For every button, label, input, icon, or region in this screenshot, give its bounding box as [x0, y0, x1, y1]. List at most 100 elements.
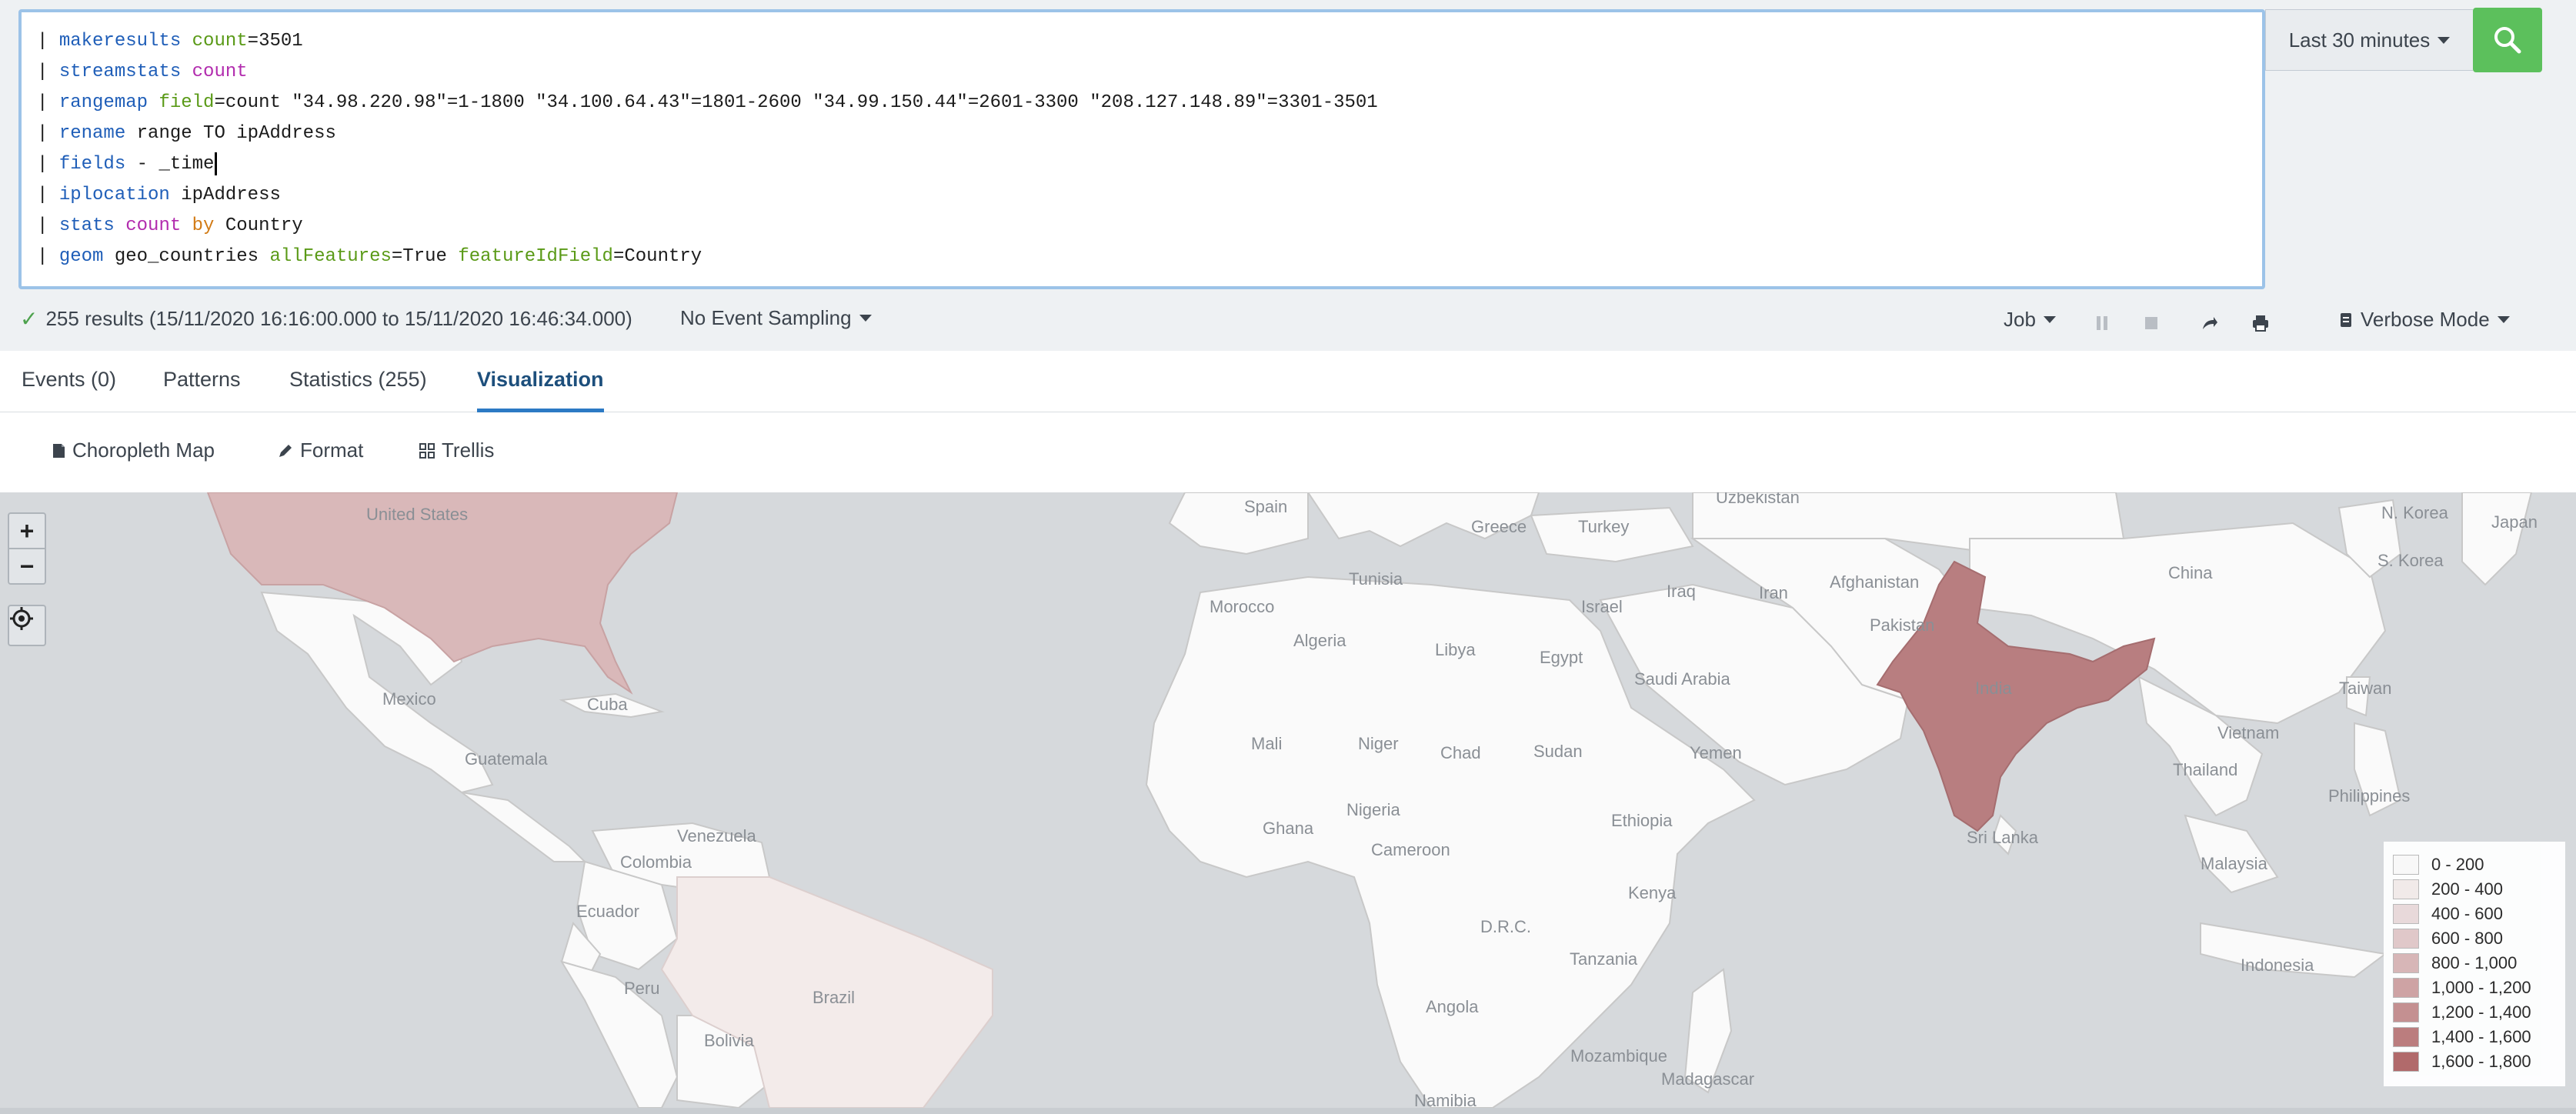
map-country-label: Spain [1244, 497, 1287, 516]
visualization-type-label: Choropleth Map [72, 439, 215, 462]
legend-label: 1,600 - 1,800 [2431, 1052, 2531, 1071]
legend-label: 1,400 - 1,600 [2431, 1027, 2531, 1046]
pause-button[interactable] [2087, 309, 2117, 337]
tab-visualization[interactable]: Visualization [477, 368, 604, 412]
time-range-picker[interactable]: Last 30 minutes [2265, 9, 2473, 71]
legend-label: 600 - 800 [2431, 929, 2503, 948]
map-country-label: Nigeria [1346, 800, 1400, 819]
legend-item: 1,000 - 1,200 [2393, 976, 2556, 1000]
tab-statistics[interactable]: Statistics (255) [289, 368, 427, 412]
map-country-label: Niger [1358, 734, 1399, 753]
event-sampling-dropdown[interactable]: No Event Sampling [680, 306, 872, 330]
map-country-label: Bolivia [704, 1031, 755, 1050]
map-country-label: Thailand [2173, 760, 2237, 779]
map-country-label: Pakistan [1870, 615, 1934, 635]
map-country-label: India [1975, 679, 2012, 698]
zoom-out-button[interactable]: − [9, 549, 45, 583]
map-country-label: Guatemala [465, 749, 548, 769]
tab-events[interactable]: Events (0) [22, 368, 116, 412]
share-icon [2203, 317, 2217, 329]
result-summary: ✓ 255 results (15/11/2020 16:16:00.000 t… [20, 306, 632, 332]
map-country-label: Indonesia [2241, 956, 2314, 975]
tab-patterns[interactable]: Patterns [163, 368, 241, 412]
country-central-america[interactable] [461, 792, 587, 862]
map-country-label: Turkey [1578, 517, 1629, 536]
legend-item: 1,400 - 1,600 [2393, 1025, 2556, 1049]
query-line: | geom geo_countries allFeatures=True fe… [37, 242, 2247, 272]
share-button[interactable] [2194, 309, 2225, 337]
query-keyword: by [192, 215, 215, 236]
map-country-label: Cuba [587, 695, 628, 714]
query-argument: count [192, 31, 248, 52]
query-text: - _time [125, 154, 215, 175]
query-line: | rangemap field=count "34.98.220.98"=1-… [37, 88, 2247, 118]
query-text: | [37, 92, 59, 113]
print-button[interactable] [2245, 309, 2276, 337]
legend-label: 1,200 - 1,400 [2431, 1002, 2531, 1022]
map-country-label: Colombia [620, 852, 692, 872]
map-country-label: Cameroon [1371, 840, 1450, 859]
query-function: count [192, 62, 248, 82]
map-country-label: Kenya [1628, 883, 1677, 902]
job-menu-label: Job [2004, 308, 2036, 331]
query-text: | [37, 62, 59, 82]
pause-icon [2097, 316, 2107, 330]
query-text: Country [214, 215, 303, 236]
zoom-in-button[interactable]: + [9, 514, 45, 548]
map-country-label: Tunisia [1349, 569, 1403, 589]
legend-label: 200 - 400 [2431, 879, 2503, 899]
trellis-button[interactable]: Trellis [419, 439, 494, 462]
trellis-label: Trellis [442, 439, 495, 462]
map-country-label: Iran [1759, 583, 1788, 602]
search-mode-label: Verbose Mode [2361, 308, 2490, 331]
map-legend: 0 - 200 200 - 400 400 - 600 600 - 800 800 - … [2384, 842, 2565, 1086]
results-tabs: Events (0) Patterns Statistics (255) Vis… [0, 351, 2576, 412]
country-japan[interactable] [2461, 492, 2533, 586]
country-peru[interactable] [559, 960, 679, 1108]
job-menu[interactable]: Job [2004, 308, 2056, 332]
map-country-label: Saudi Arabia [1634, 669, 1731, 689]
legend-item: 800 - 1,000 [2393, 951, 2556, 976]
map-country-label: Mozambique [1570, 1046, 1667, 1066]
recenter-button[interactable] [8, 605, 46, 646]
choropleth-map[interactable]: United States Mexico Cuba Guatemala Venezuel… [0, 492, 2576, 1108]
stop-icon [2145, 317, 2157, 329]
query-text: =count "34.98.220.98"=1-1800 "34.100.64.… [214, 92, 1378, 113]
chevron-down-icon [2497, 316, 2510, 323]
map-country-label: Egypt [1540, 648, 1583, 667]
query-text: | [37, 246, 59, 267]
query-text [181, 62, 192, 82]
map-country-label: Sudan [1533, 742, 1583, 761]
map-country-label: Greece [1471, 517, 1527, 536]
map-country-label: Tanzania [1570, 949, 1638, 969]
query-line: | streamstats count [37, 57, 2247, 88]
query-text: | [37, 31, 59, 52]
map-country-label: Taiwan [2339, 679, 2391, 698]
legend-item: 1,200 - 1,400 [2393, 1000, 2556, 1025]
map-country-label: Angola [1426, 997, 1479, 1016]
query-command: fields [58, 154, 126, 175]
map-country-label: Algeria [1293, 631, 1346, 650]
map-country-label: Mexico [382, 689, 436, 709]
stop-button[interactable] [2136, 309, 2167, 337]
map-country-label: Ethiopia [1611, 811, 1673, 830]
legend-swatch [2393, 879, 2419, 899]
map-country-label: Philippines [2328, 786, 2410, 805]
format-label: Format [300, 439, 364, 462]
map-country-label: Ghana [1263, 819, 1314, 838]
search-query-editor[interactable]: | makeresults count=3501 | streamstats co… [18, 9, 2265, 289]
map-country-label: Madagascar [1661, 1069, 1754, 1089]
map-canvas[interactable]: United States Mexico Cuba Guatemala Venezuel… [0, 492, 2576, 1108]
query-text: | [37, 215, 59, 236]
search-mode-icon [2341, 312, 2351, 327]
map-country-label: Mali [1251, 734, 1282, 753]
format-button[interactable]: Format [277, 439, 363, 462]
visualization-type-button[interactable]: Choropleth Map [51, 439, 215, 462]
legend-item: 600 - 800 [2393, 926, 2556, 951]
search-mode-dropdown[interactable]: Verbose Mode [2339, 308, 2510, 332]
map-country-label: Malaysia [2201, 854, 2268, 873]
query-line: | rename range TO ipAddress [37, 118, 2247, 149]
search-button[interactable] [2473, 8, 2542, 72]
pencil-icon [279, 444, 292, 457]
query-line: | makeresults count=3501 [37, 26, 2247, 57]
